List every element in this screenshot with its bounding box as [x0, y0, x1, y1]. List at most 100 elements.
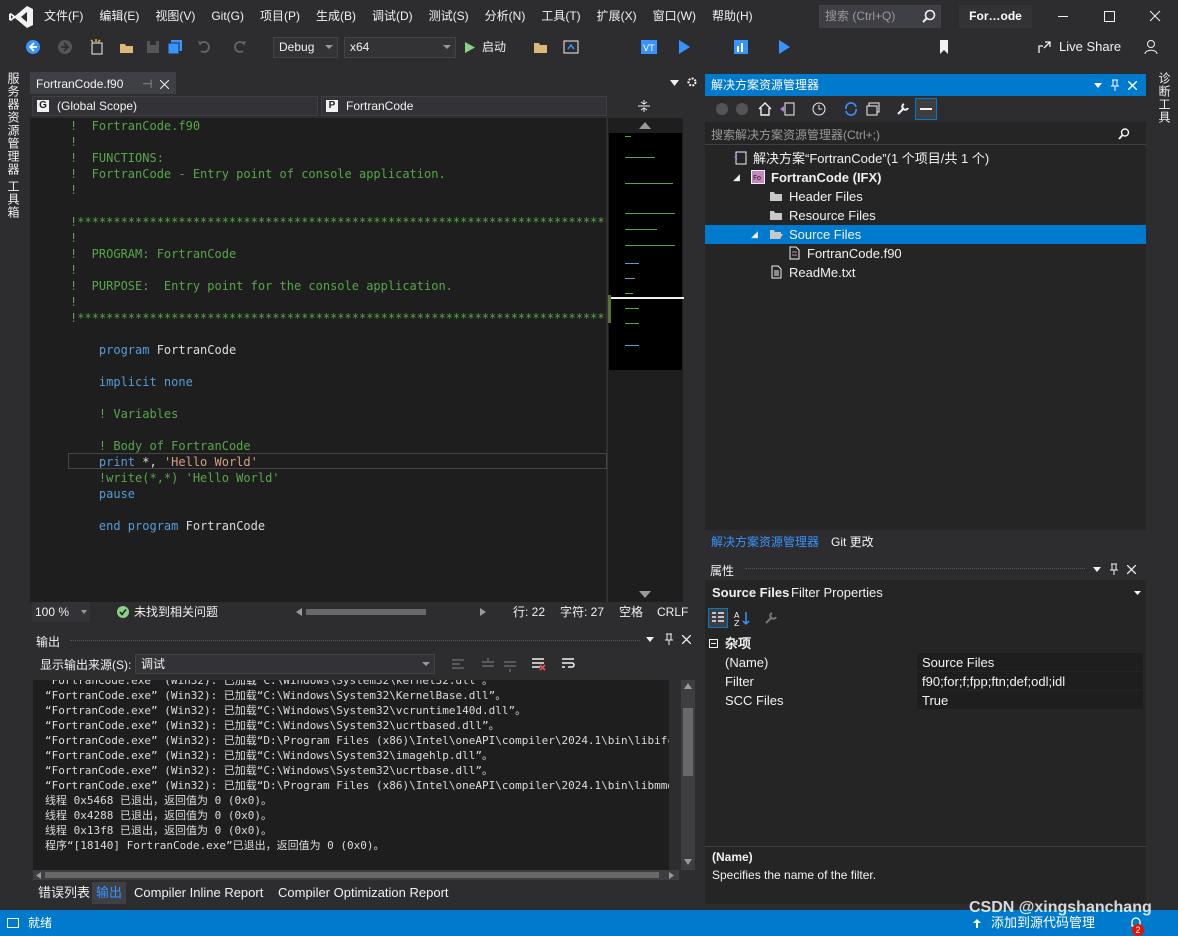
clear-all-icon[interactable]	[530, 656, 546, 672]
window-menu-icon[interactable]	[1094, 83, 1102, 88]
menu-item-2[interactable]: 视图(V)	[147, 0, 203, 33]
feedback-icon[interactable]	[1142, 38, 1160, 56]
forward-icon[interactable]	[735, 102, 749, 116]
code-editor[interactable]: ! FortranCode.f90! ! FUNCTIONS: ! FortranC…	[50, 118, 606, 602]
solution-configuration-select[interactable]: Debug	[273, 37, 338, 58]
open-folder-icon[interactable]	[532, 38, 550, 56]
sync-icon[interactable]	[843, 101, 859, 117]
home-icon[interactable]	[757, 101, 773, 117]
visual-studio-logo-icon[interactable]	[8, 5, 34, 29]
menu-item-1[interactable]: 编辑(E)	[91, 0, 147, 33]
tab-solution-explorer[interactable]: 解决方案资源管理器	[711, 533, 819, 550]
line-ending-status[interactable]: CRLF	[657, 602, 688, 622]
window-menu-icon[interactable]	[1093, 567, 1101, 572]
previous-message-icon[interactable]	[480, 657, 496, 673]
bookmark-icon[interactable]	[935, 38, 953, 56]
pin-icon[interactable]	[1109, 563, 1119, 575]
switch-views-icon[interactable]	[779, 101, 795, 117]
bottom-tab-1[interactable]: 输出	[92, 882, 127, 904]
solution-platform-select[interactable]: x64	[344, 37, 456, 58]
property-row[interactable]: Filter f90;for;f;fpp;ftn;def;odl;idl	[705, 672, 1146, 691]
bottom-tab-2[interactable]: Compiler Inline Report	[130, 882, 267, 904]
pending-changes-filter-icon[interactable]	[811, 101, 827, 117]
scroll-left-icon[interactable]	[36, 872, 41, 879]
zoom-select[interactable]: 100 %	[32, 602, 90, 622]
redo-icon[interactable]	[230, 38, 248, 56]
menu-item-5[interactable]: 生成(B)	[308, 0, 364, 33]
menu-item-12[interactable]: 帮助(H)	[704, 0, 761, 33]
menu-item-8[interactable]: 分析(N)	[477, 0, 534, 33]
property-row[interactable]: (Name) Source Files	[705, 653, 1146, 672]
line-number-status[interactable]: 行: 22	[513, 602, 545, 622]
scroll-right-icon[interactable]	[669, 872, 674, 879]
run-analysis-icon[interactable]	[675, 38, 693, 56]
scroll-left-icon[interactable]	[296, 608, 302, 616]
editor-minimap[interactable]	[607, 118, 684, 602]
tree-item[interactable]: Resource Files	[705, 206, 1146, 225]
menu-item-7[interactable]: 测试(S)	[421, 0, 477, 33]
scroll-up-icon[interactable]	[684, 683, 692, 689]
vtune-icon[interactable]: VT	[640, 38, 658, 56]
expand-arrow-icon[interactable]: ◢	[733, 168, 740, 187]
pin-icon[interactable]	[664, 633, 674, 645]
tree-item[interactable]: 解决方案“FortranCode”(1 个项目/共 1 个)	[705, 149, 1146, 168]
window-menu-icon[interactable]	[646, 637, 654, 642]
save-all-icon[interactable]	[166, 38, 184, 56]
back-icon[interactable]	[715, 102, 729, 116]
output-source-select[interactable]: 调试	[135, 654, 435, 674]
horizontal-scrollbar[interactable]	[296, 608, 486, 616]
properties-wrench-icon[interactable]	[895, 101, 911, 117]
member-select[interactable]: P FortranCode	[321, 96, 607, 116]
scroll-up-icon[interactable]	[639, 121, 651, 129]
column-status[interactable]: 字符: 27	[560, 602, 604, 622]
new-project-icon[interactable]	[88, 38, 106, 56]
tab-fortrancode-f90[interactable]: FortranCode.f90 ⊣	[30, 72, 176, 94]
save-icon[interactable]	[144, 38, 162, 56]
inspector-run-icon[interactable]	[775, 38, 793, 56]
tree-item[interactable]: ◢ Fo FortranCode (IFX)	[705, 168, 1146, 187]
bottom-tab-3[interactable]: Compiler Optimization Report	[274, 882, 453, 904]
open-file-icon[interactable]	[118, 38, 136, 56]
find-message-icon[interactable]	[450, 657, 466, 673]
navigate-forward-icon[interactable]	[56, 38, 74, 56]
expand-arrow-icon[interactable]: ◢	[751, 225, 758, 244]
output-text-area[interactable]: “FortranCode.exe” (Win32): 已加载“C:\Window…	[33, 680, 669, 870]
property-value[interactable]: Source Files	[917, 653, 1143, 672]
maximize-icon[interactable]	[1086, 0, 1132, 33]
navigate-back-icon[interactable]	[24, 38, 42, 56]
split-window-icon[interactable]	[637, 99, 651, 113]
diagnostic-tools-tab[interactable]: 诊断工具	[1156, 72, 1173, 124]
bottom-tab-0[interactable]: 错误列表	[34, 882, 94, 904]
next-message-icon[interactable]	[502, 657, 518, 673]
property-value[interactable]: f90;for;f;fpp;ftn;def;odl;idl	[917, 672, 1143, 691]
collapse-icon[interactable]	[709, 639, 718, 648]
categorized-button[interactable]	[708, 608, 728, 628]
browser-link-icon[interactable]	[562, 38, 580, 56]
toolbox-tab[interactable]: 工具箱	[5, 180, 22, 219]
scrollbar-thumb[interactable]	[306, 609, 426, 615]
scroll-down-icon[interactable]	[639, 591, 651, 599]
category-row[interactable]: 杂项	[705, 634, 1146, 653]
output-horizontal-scrollbar[interactable]	[33, 870, 679, 880]
object-selector[interactable]: Source Files Filter Properties	[705, 583, 1146, 603]
tab-git-changes[interactable]: Git 更改	[831, 533, 874, 550]
property-value[interactable]: True	[917, 691, 1143, 710]
scroll-down-icon[interactable]	[684, 859, 692, 865]
close-icon[interactable]	[1127, 565, 1136, 574]
server-explorer-tab[interactable]: 服务器资源管理器	[5, 72, 22, 176]
start-debugging-button[interactable]: 启动	[464, 37, 522, 58]
menu-item-3[interactable]: Git(G)	[203, 0, 252, 33]
undo-icon[interactable]	[196, 38, 214, 56]
scrollbar-thumb[interactable]	[683, 708, 693, 776]
advisor-icon[interactable]	[732, 38, 750, 56]
menu-item-0[interactable]: 文件(F)	[36, 0, 91, 33]
minimize-icon[interactable]	[1040, 0, 1086, 33]
menu-item-10[interactable]: 扩展(X)	[589, 0, 645, 33]
settings-gear-icon[interactable]	[686, 76, 698, 88]
solution-search-input[interactable]: 搜索解决方案资源管理器(Ctrl+;)	[705, 123, 1146, 145]
scrollbar-thumb[interactable]	[45, 872, 659, 878]
menu-item-6[interactable]: 调试(D)	[364, 0, 421, 33]
word-wrap-icon[interactable]	[560, 656, 576, 672]
tree-item[interactable]: ReadMe.txt	[705, 263, 1146, 282]
close-icon[interactable]	[1128, 81, 1137, 90]
